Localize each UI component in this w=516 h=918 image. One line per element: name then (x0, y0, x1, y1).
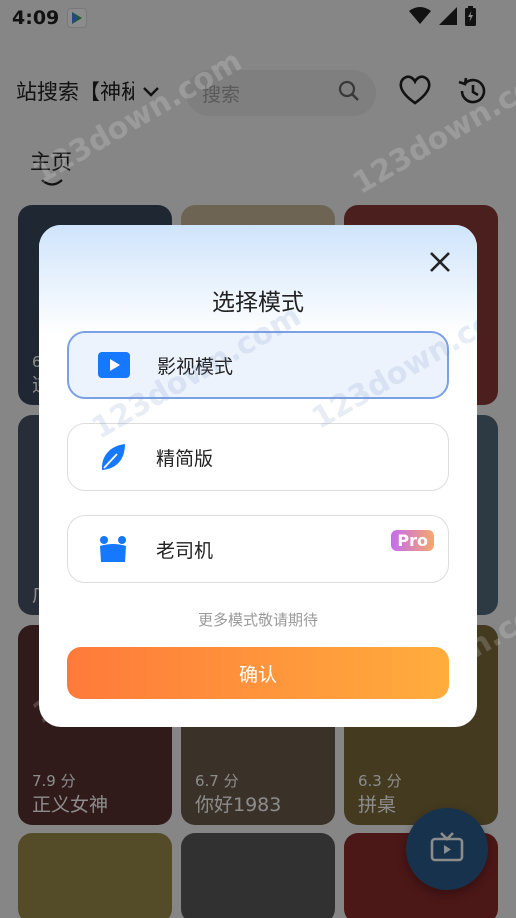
mode-option-lite[interactable]: 精简版 (67, 423, 449, 491)
close-button[interactable] (427, 249, 453, 275)
mode-label: 影视模式 (157, 355, 234, 378)
close-icon (427, 252, 453, 279)
leaf-icon (96, 440, 130, 474)
dialog-title: 选择模式 (212, 290, 304, 316)
pro-badge: Pro (391, 530, 434, 551)
mode-label: 老司机 (156, 539, 214, 562)
mode-label: 精简版 (156, 447, 214, 470)
more-modes-text: 更多模式敬请期待 (197, 611, 318, 629)
figure-icon (96, 532, 130, 566)
confirm-button[interactable]: 确认 (67, 647, 449, 699)
mode-option-driver[interactable]: 老司机 Pro (67, 515, 449, 583)
mode-option-video[interactable]: 影视模式 (67, 331, 449, 399)
play-icon (97, 348, 131, 382)
dialog-header-gradient (39, 225, 477, 335)
mode-select-dialog: 选择模式 影视模式 精简版 老司机 Pro 更多模式敬请期待 确认 123dow… (39, 225, 477, 727)
